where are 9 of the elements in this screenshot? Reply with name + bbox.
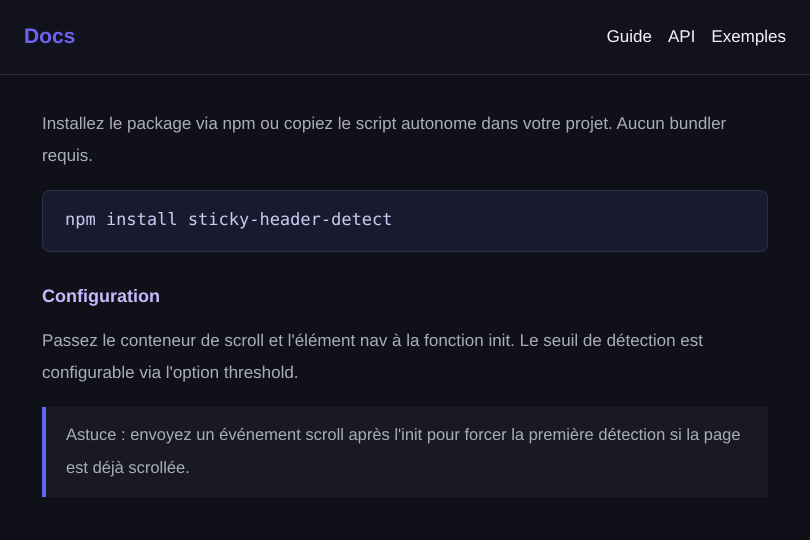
nav-link[interactable]: API [668,24,696,50]
tip-callout: Astuce : envoyez un événement scroll après l'init pour forcer la première détection si la page est déjà scrollée. [42,407,768,498]
section-heading: Configuration [42,286,161,308]
nav-link[interactable]: Exemples [711,24,786,50]
nav-link[interactable]: Guide [606,24,652,50]
code-block: npm install sticky-header-detect [42,190,768,252]
paragraph: Installez le package via npm ou copiez le script autonome dans votre projet. Aucun bundler requis. [42,113,728,167]
paragraph: Passez le conteneur de scroll et l'élément nav à la fonction init. Le seuil de détection est configurable via l'option threshold. [42,330,704,384]
brand-link[interactable]: Docs [24,21,76,53]
